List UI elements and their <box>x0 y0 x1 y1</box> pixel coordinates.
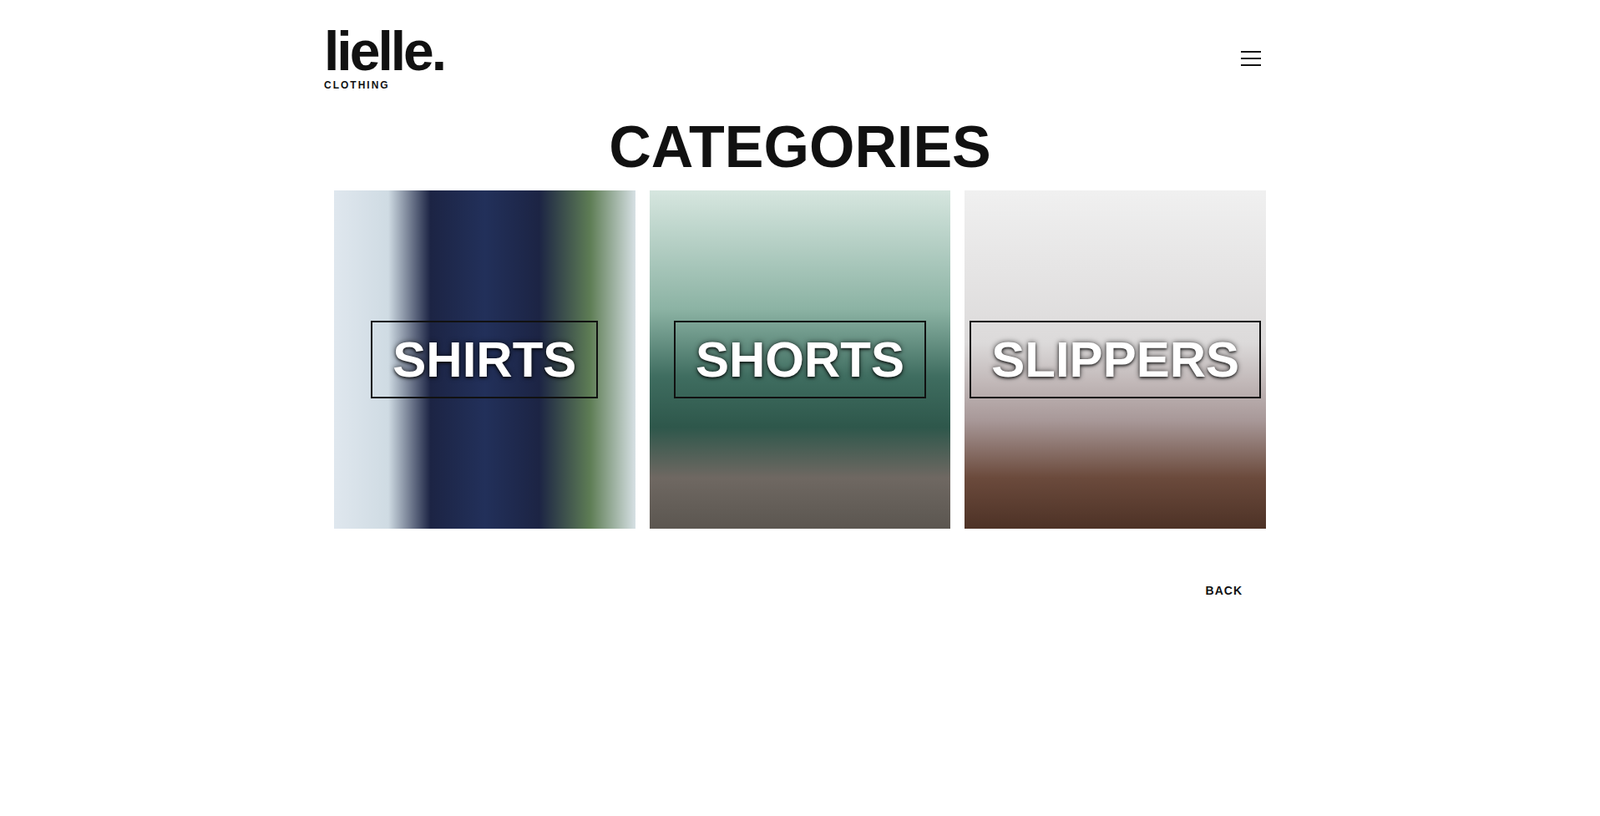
category-card[interactable]: SLIPPERS <box>964 190 1266 529</box>
logo-word: lielle. <box>324 25 445 78</box>
category-card[interactable]: SHORTS <box>649 190 952 529</box>
menu-button[interactable] <box>1234 41 1268 76</box>
brand-logo[interactable]: lielle.CLOTHING <box>324 25 445 92</box>
category-label: SHORTS <box>673 320 927 399</box>
container: lielle.CLOTHING CATEGORIES SHIRTS SHORTS SLI… <box>311 0 1289 598</box>
header: lielle.CLOTHING <box>324 0 1276 96</box>
category-label: SHIRTS <box>370 320 598 399</box>
category-grid: SHIRTS SHORTS SLIPPERS <box>324 190 1276 529</box>
back-link[interactable]: BACK <box>1205 583 1243 598</box>
logo-tagline: CLOTHING <box>324 79 445 92</box>
hamburger-icon <box>1240 50 1261 66</box>
page: lielle.CLOTHING CATEGORIES SHIRTS SHORTS SLI… <box>0 0 1600 816</box>
footer: BACK <box>324 528 1276 598</box>
category-label: SLIPPERS <box>969 320 1261 399</box>
page-title: CATEGORIES <box>324 111 1276 183</box>
category-card[interactable]: SHIRTS <box>334 190 636 529</box>
